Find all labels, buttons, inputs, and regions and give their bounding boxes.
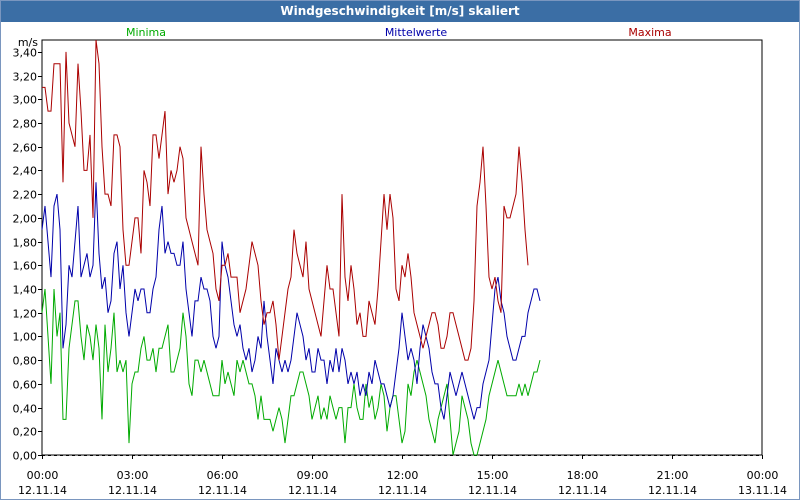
y-tick-label: 2,80 xyxy=(13,118,38,131)
x-tick-label-time: 18:00 xyxy=(567,469,599,482)
x-tick-label-time: 00:00 xyxy=(27,469,59,482)
x-tick-label-date: 12.11.14 xyxy=(468,484,517,497)
y-tick-label: 1,80 xyxy=(13,237,38,250)
x-tick-label-date: 12.11.14 xyxy=(108,484,157,497)
y-tick-label: 2,60 xyxy=(13,142,38,155)
y-tick-label: 0,00 xyxy=(13,450,38,463)
y-tick-label: 1,60 xyxy=(13,260,38,273)
x-tick-label-date: 12.11.14 xyxy=(198,484,247,497)
x-tick-label-time: 09:00 xyxy=(297,469,329,482)
x-tick-label-date: 12.11.14 xyxy=(18,484,67,497)
y-tick-label: 3,20 xyxy=(13,71,38,84)
x-tick-label-time: 15:00 xyxy=(477,469,509,482)
x-tick-label-time: 21:00 xyxy=(657,469,689,482)
x-tick-label-date: 12.11.14 xyxy=(558,484,607,497)
y-tick-label: 2,40 xyxy=(13,165,38,178)
y-axis-label: m/s xyxy=(18,36,38,49)
x-tick-label-time: 00:00 xyxy=(747,469,779,482)
x-tick-label-time: 12:00 xyxy=(387,469,419,482)
legend-entry-mittelwerte: Mittelwerte xyxy=(385,26,448,39)
x-tick-label-date: 12.11.14 xyxy=(378,484,427,497)
y-tick-label: 2,00 xyxy=(13,213,38,226)
y-tick-label: 1,20 xyxy=(13,308,38,321)
y-tick-label: 0,20 xyxy=(13,426,38,439)
legend-entry-minima: Minima xyxy=(126,26,166,39)
chart-canvas: 0,00 0,20 0,40 0,60 0,80 1,00 1,20 1,40 1,60 1,80… xyxy=(13,26,787,497)
y-tick-label: 3,00 xyxy=(13,94,38,107)
x-tick-label-time: 06:00 xyxy=(207,469,239,482)
y-tick-label: 0,60 xyxy=(13,379,38,392)
y-tick-label: 0,80 xyxy=(13,355,38,368)
legend: Minima Mittelwerte Maxima xyxy=(126,26,672,39)
x-tick-label-date: 13.11.14 xyxy=(738,484,787,497)
x-tick-label-date: 12.11.14 xyxy=(648,484,697,497)
y-tick-label: 1,00 xyxy=(13,331,38,344)
y-tick-label: 0,40 xyxy=(13,403,38,416)
y-tick-label: 1,40 xyxy=(13,284,38,297)
x-tick-label-date: 12.11.14 xyxy=(288,484,337,497)
legend-entry-maxima: Maxima xyxy=(628,26,671,39)
x-tick-label-time: 03:00 xyxy=(117,469,149,482)
plot-frame xyxy=(41,39,763,456)
y-tick-label: 2,20 xyxy=(13,189,38,202)
